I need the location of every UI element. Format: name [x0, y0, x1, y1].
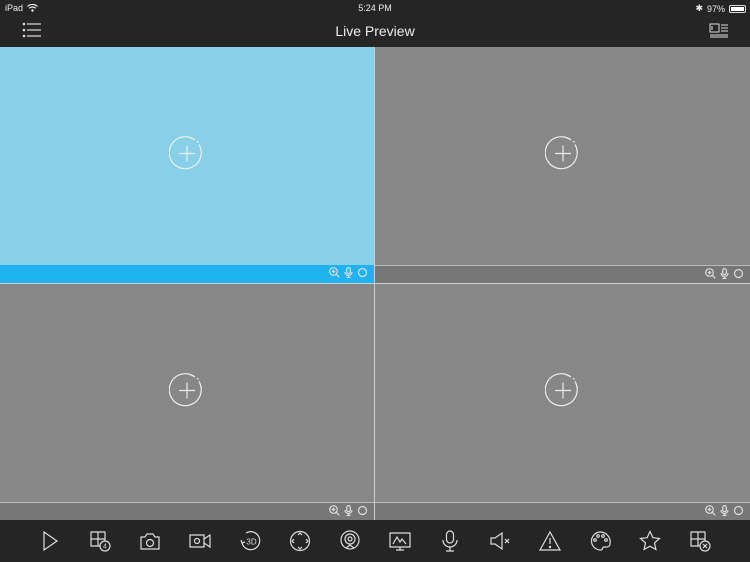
svg-text:3D: 3D	[246, 538, 256, 547]
microphone-icon[interactable]	[719, 266, 730, 284]
microphone-icon[interactable]	[343, 503, 354, 521]
snapshot-icon[interactable]	[138, 529, 162, 553]
mute-icon[interactable]	[488, 529, 512, 553]
zoom-in-icon[interactable]	[329, 265, 340, 283]
microphone-icon[interactable]	[438, 529, 462, 553]
add-camera-icon[interactable]	[544, 136, 581, 177]
image-palette-icon[interactable]	[588, 529, 612, 553]
tile-control-bar	[375, 502, 750, 520]
microphone-icon[interactable]	[343, 265, 354, 283]
battery-icon	[729, 4, 746, 13]
circle-icon[interactable]	[733, 503, 744, 521]
svg-text:4: 4	[103, 544, 107, 551]
microphone-icon[interactable]	[719, 503, 730, 521]
add-camera-icon[interactable]	[544, 373, 581, 414]
circle-icon[interactable]	[733, 266, 744, 284]
nav-bar: Live Preview	[0, 15, 750, 47]
close-all-icon[interactable]	[688, 529, 712, 553]
play-icon[interactable]	[38, 529, 62, 553]
tile-control-bar	[375, 265, 750, 283]
tile-control-bar	[0, 265, 374, 283]
page-title: Live Preview	[335, 23, 415, 39]
ptz-icon[interactable]	[288, 529, 312, 553]
video-grid	[0, 47, 750, 520]
add-camera-icon[interactable]	[168, 373, 205, 414]
tile-control-bar	[0, 502, 374, 520]
bottom-toolbar: 4 3D	[0, 520, 750, 562]
favorite-star-icon[interactable]	[638, 529, 662, 553]
zoom-in-icon[interactable]	[705, 503, 716, 521]
3d-rotate-icon[interactable]: 3D	[238, 529, 262, 553]
add-camera-icon[interactable]	[168, 136, 205, 177]
video-tile[interactable]	[0, 284, 374, 520]
monitor-icon[interactable]	[388, 529, 412, 553]
zoom-in-icon[interactable]	[329, 503, 340, 521]
window-layout-icon[interactable]	[709, 21, 729, 44]
split-4-icon[interactable]: 4	[88, 529, 112, 553]
video-tile[interactable]	[375, 47, 750, 283]
clock: 5:24 PM	[358, 3, 392, 13]
alarm-icon[interactable]	[538, 529, 562, 553]
battery-percent: 97%	[706, 3, 725, 14]
video-tile[interactable]	[375, 284, 750, 520]
circle-icon[interactable]	[357, 265, 368, 283]
bluetooth-icon: ✱	[695, 3, 703, 13]
zoom-in-icon[interactable]	[705, 266, 716, 284]
status-bar: iPad 5:24 PM ✱ 97%	[0, 0, 750, 15]
video-tile[interactable]	[0, 47, 374, 283]
circle-icon[interactable]	[357, 503, 368, 521]
fisheye-icon[interactable]	[338, 529, 362, 553]
record-icon[interactable]	[188, 529, 212, 553]
